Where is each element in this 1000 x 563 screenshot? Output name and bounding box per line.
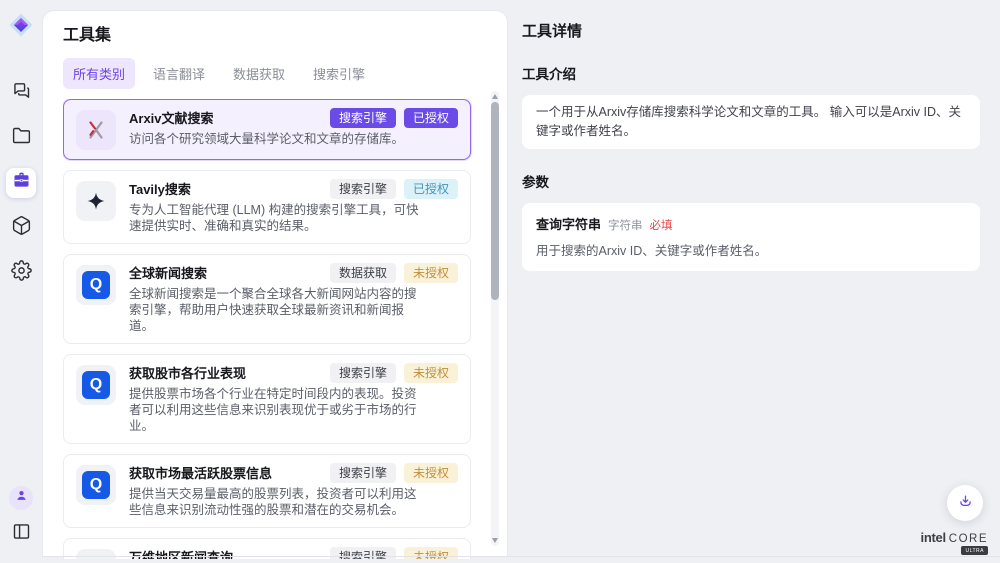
tool-category-badge: 搜索引擎	[330, 363, 396, 383]
gem-logo-icon	[8, 12, 34, 38]
tool-name: 全球新闻搜索	[129, 263, 320, 282]
tool-description: 全球新闻搜索是一个聚合全球各大新闻网站内容的搜索引擎，帮助用户快速获取全球最新资…	[129, 286, 458, 334]
scroll-up-icon[interactable]	[492, 94, 498, 99]
tool-name: Arxiv文献搜索	[129, 108, 320, 127]
download-button[interactable]	[947, 485, 983, 521]
tool-description: 访问各个研究领域大量科学论文和文章的存储库。	[129, 131, 458, 147]
tool-category-badge: 搜索引擎	[330, 463, 396, 483]
page-title: 工具集	[63, 26, 487, 45]
toolbox-icon	[11, 170, 32, 196]
bottom-divider	[42, 556, 1000, 557]
qnews-icon: Q	[82, 471, 110, 499]
sidebar-item-files[interactable]	[6, 123, 36, 153]
tool-description: 专为人工智能代理 (LLM) 构建的搜索引擎工具，可快速提供实时、准确和真实的结…	[129, 202, 458, 234]
tool-auth-badge: 已授权	[404, 179, 458, 199]
tool-description: 提供股票市场各个行业在特定时间段内的表现。投资者可以利用这些信息来识别表现优于或…	[129, 386, 458, 434]
download-icon	[957, 493, 974, 513]
tool-name: 万维地区新闻查询	[129, 547, 320, 559]
tool-auth-badge: 未授权	[404, 463, 458, 483]
scrollbar-thumb[interactable]	[491, 102, 499, 300]
tool-category-badge: 数据获取	[330, 263, 396, 283]
sidebar-item-settings[interactable]	[6, 258, 36, 288]
gear-icon	[11, 260, 32, 286]
tool-icon: Q	[76, 465, 116, 505]
tool-name: Tavily搜索	[129, 179, 320, 198]
tool-auth-badge: 未授权	[404, 263, 458, 283]
params-heading: 参数	[522, 171, 980, 191]
sidebar-item-models[interactable]	[6, 213, 36, 243]
arxiv-icon	[84, 118, 108, 142]
qnews-icon: Q	[82, 271, 110, 299]
intel-core-logo: intel core ULTRA	[921, 530, 988, 555]
category-tab[interactable]: 搜索引擎	[303, 58, 375, 89]
tool-name: 获取市场最活跃股票信息	[129, 463, 320, 482]
tool-card[interactable]: Q 全球新闻搜索 数据获取 未授权 全球新闻搜索是一个聚合全球各大新闻网站内容的…	[63, 254, 471, 344]
tool-intro-text: 一个用于从Arxiv存储库搜索科学论文和文章的工具。 输入可以是Arxiv ID…	[522, 95, 980, 149]
param-box: 查询字符串 字符串 必填 用于搜索的Arxiv ID、关键字或作者姓名。	[522, 203, 980, 271]
icon-rail	[0, 0, 42, 563]
param-type: 字符串	[608, 217, 643, 233]
tool-icon	[76, 110, 116, 150]
tool-detail-panel: 工具详情 工具介绍 一个用于从Arxiv存储库搜索科学论文和文章的工具。 输入可…	[522, 0, 980, 271]
tool-name: 获取股市各行业表现	[129, 363, 320, 382]
category-tab[interactable]: 语言翻译	[143, 58, 215, 89]
detail-title: 工具详情	[522, 20, 980, 41]
tool-card[interactable]: Q 获取市场最活跃股票信息 搜索引擎 未授权 提供当天交易量最高的股票列表，投资…	[63, 454, 471, 528]
tool-card[interactable]: Tavily搜索 搜索引擎 已授权 专为人工智能代理 (LLM) 构建的搜索引擎…	[63, 170, 471, 244]
intel-wordmark: intel	[921, 530, 946, 545]
tool-icon: Q	[76, 265, 116, 305]
sidebar-item-tools[interactable]	[6, 168, 36, 198]
param-name: 查询字符串	[536, 214, 601, 233]
tool-category-badge: 搜索引擎	[330, 108, 396, 128]
tool-description: 提供当天交易量最高的股票列表，投资者可以利用这些信息来识别流动性强的股票和潜在的…	[129, 486, 458, 518]
qnews-icon: Q	[82, 371, 110, 399]
core-wordmark: core	[949, 533, 988, 545]
chat-icon	[11, 80, 32, 106]
tool-icon	[76, 181, 116, 221]
tool-auth-badge: 已授权	[404, 108, 458, 128]
sparkle-icon	[84, 189, 108, 213]
tool-icon: Q	[76, 365, 116, 405]
user-avatar[interactable]	[9, 486, 33, 510]
intro-heading: 工具介绍	[522, 63, 980, 83]
toolset-panel: 工具集 所有类别语言翻译数据获取搜索引擎 Arxiv文献搜索 搜索引擎 已授权 …	[42, 10, 508, 556]
param-description: 用于搜索的Arxiv ID、关键字或作者姓名。	[536, 240, 966, 259]
parameter-item: 查询字符串 字符串 必填 用于搜索的Arxiv ID、关键字或作者姓名。	[536, 214, 966, 259]
newspaper-icon	[84, 557, 108, 559]
category-tab[interactable]: 数据获取	[223, 58, 295, 89]
tool-auth-badge: 未授权	[404, 363, 458, 383]
sidebar-item-chat[interactable]	[6, 78, 36, 108]
user-avatar-icon	[14, 488, 29, 508]
category-tabs: 所有类别语言翻译数据获取搜索引擎	[63, 58, 487, 89]
tool-auth-badge: 未授权	[404, 547, 458, 559]
scrollbar[interactable]	[491, 91, 499, 546]
tool-icon	[76, 549, 116, 559]
tool-card[interactable]: Q 获取股市各行业表现 搜索引擎 未授权 提供股票市场各个行业在特定时间段内的表…	[63, 354, 471, 444]
tool-card[interactable]: Arxiv文献搜索 搜索引擎 已授权 访问各个研究领域大量科学论文和文章的存储库…	[63, 99, 471, 160]
tool-category-badge: 搜索引擎	[330, 547, 396, 559]
tool-list: Arxiv文献搜索 搜索引擎 已授权 访问各个研究领域大量科学论文和文章的存储库…	[63, 99, 487, 559]
ultra-badge: ULTRA	[961, 546, 988, 555]
folder-icon	[11, 125, 32, 151]
tool-category-badge: 搜索引擎	[330, 179, 396, 199]
category-tab[interactable]: 所有类别	[63, 58, 135, 89]
cube-icon	[11, 215, 32, 241]
panel-toggle-icon	[11, 521, 32, 547]
panel-toggle-button[interactable]	[6, 519, 36, 549]
scroll-down-icon[interactable]	[492, 538, 498, 543]
param-required-badge: 必填	[650, 217, 673, 233]
